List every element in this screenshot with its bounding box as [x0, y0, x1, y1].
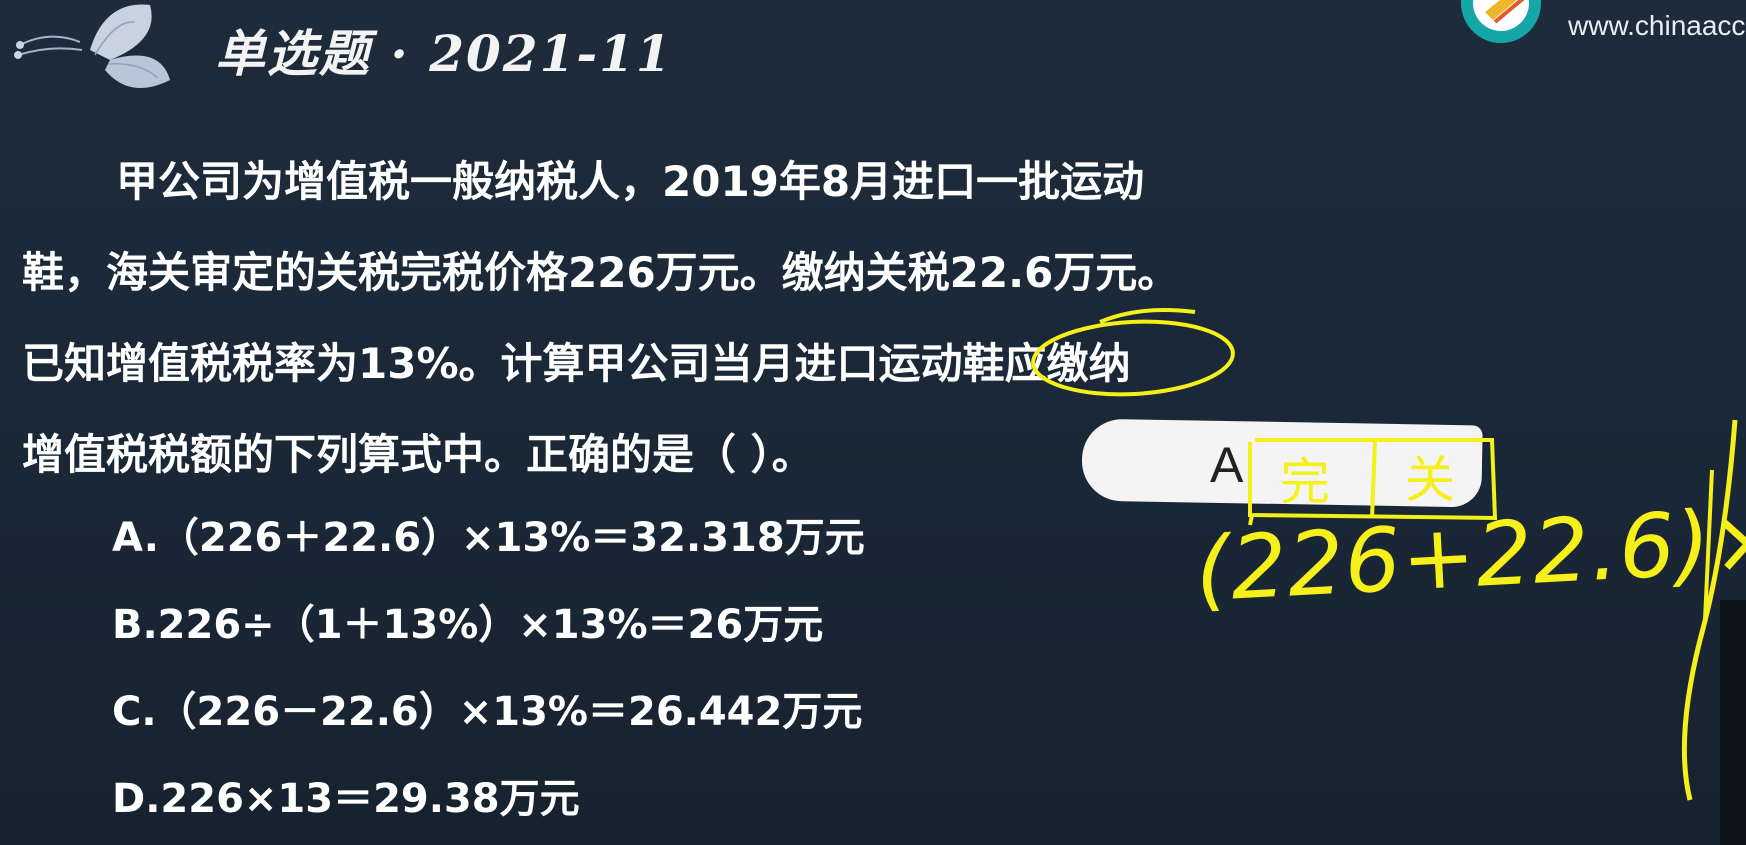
option-a[interactable]: A.（226＋22.6）×13%＝32.318万元: [112, 513, 865, 600]
box-label-left: 完: [1280, 453, 1330, 511]
option-c[interactable]: C.（226－22.6）×13%＝26.442万元: [112, 687, 865, 774]
answer-options: A.（226＋22.6）×13%＝32.318万元 B.226÷（1＋13%）×…: [112, 513, 865, 845]
question-line: 已知增值税税率为13%。计算甲公司当月进口运动鞋应缴纳: [22, 339, 1131, 388]
box-label-right: 关: [1405, 451, 1455, 509]
page-title: 单选题 · 2021-11: [215, 24, 673, 83]
option-d[interactable]: D.226×13＝29.38万元: [112, 774, 865, 845]
question-line: 甲公司为增值税一般纳税人，2019年8月进口一批运动: [116, 157, 1145, 206]
butterfly-decoration: [14, 4, 170, 88]
question-line: 鞋，海关审定的关税完税价格226万元。缴纳关税22.6万元。: [22, 248, 1180, 297]
slide-canvas: 单选题 · 2021-11 www.chinaacc 甲公司为增值税一般纳税人，…: [0, 0, 1746, 845]
chinaacc-logo-icon: [1461, 0, 1541, 43]
site-url: www.chinaacc: [1568, 10, 1746, 41]
presenter-silhouette: [1720, 600, 1746, 845]
answer-letter: A: [1210, 437, 1244, 493]
option-b[interactable]: B.226÷（1＋13%）×13%＝26万元: [112, 600, 865, 687]
